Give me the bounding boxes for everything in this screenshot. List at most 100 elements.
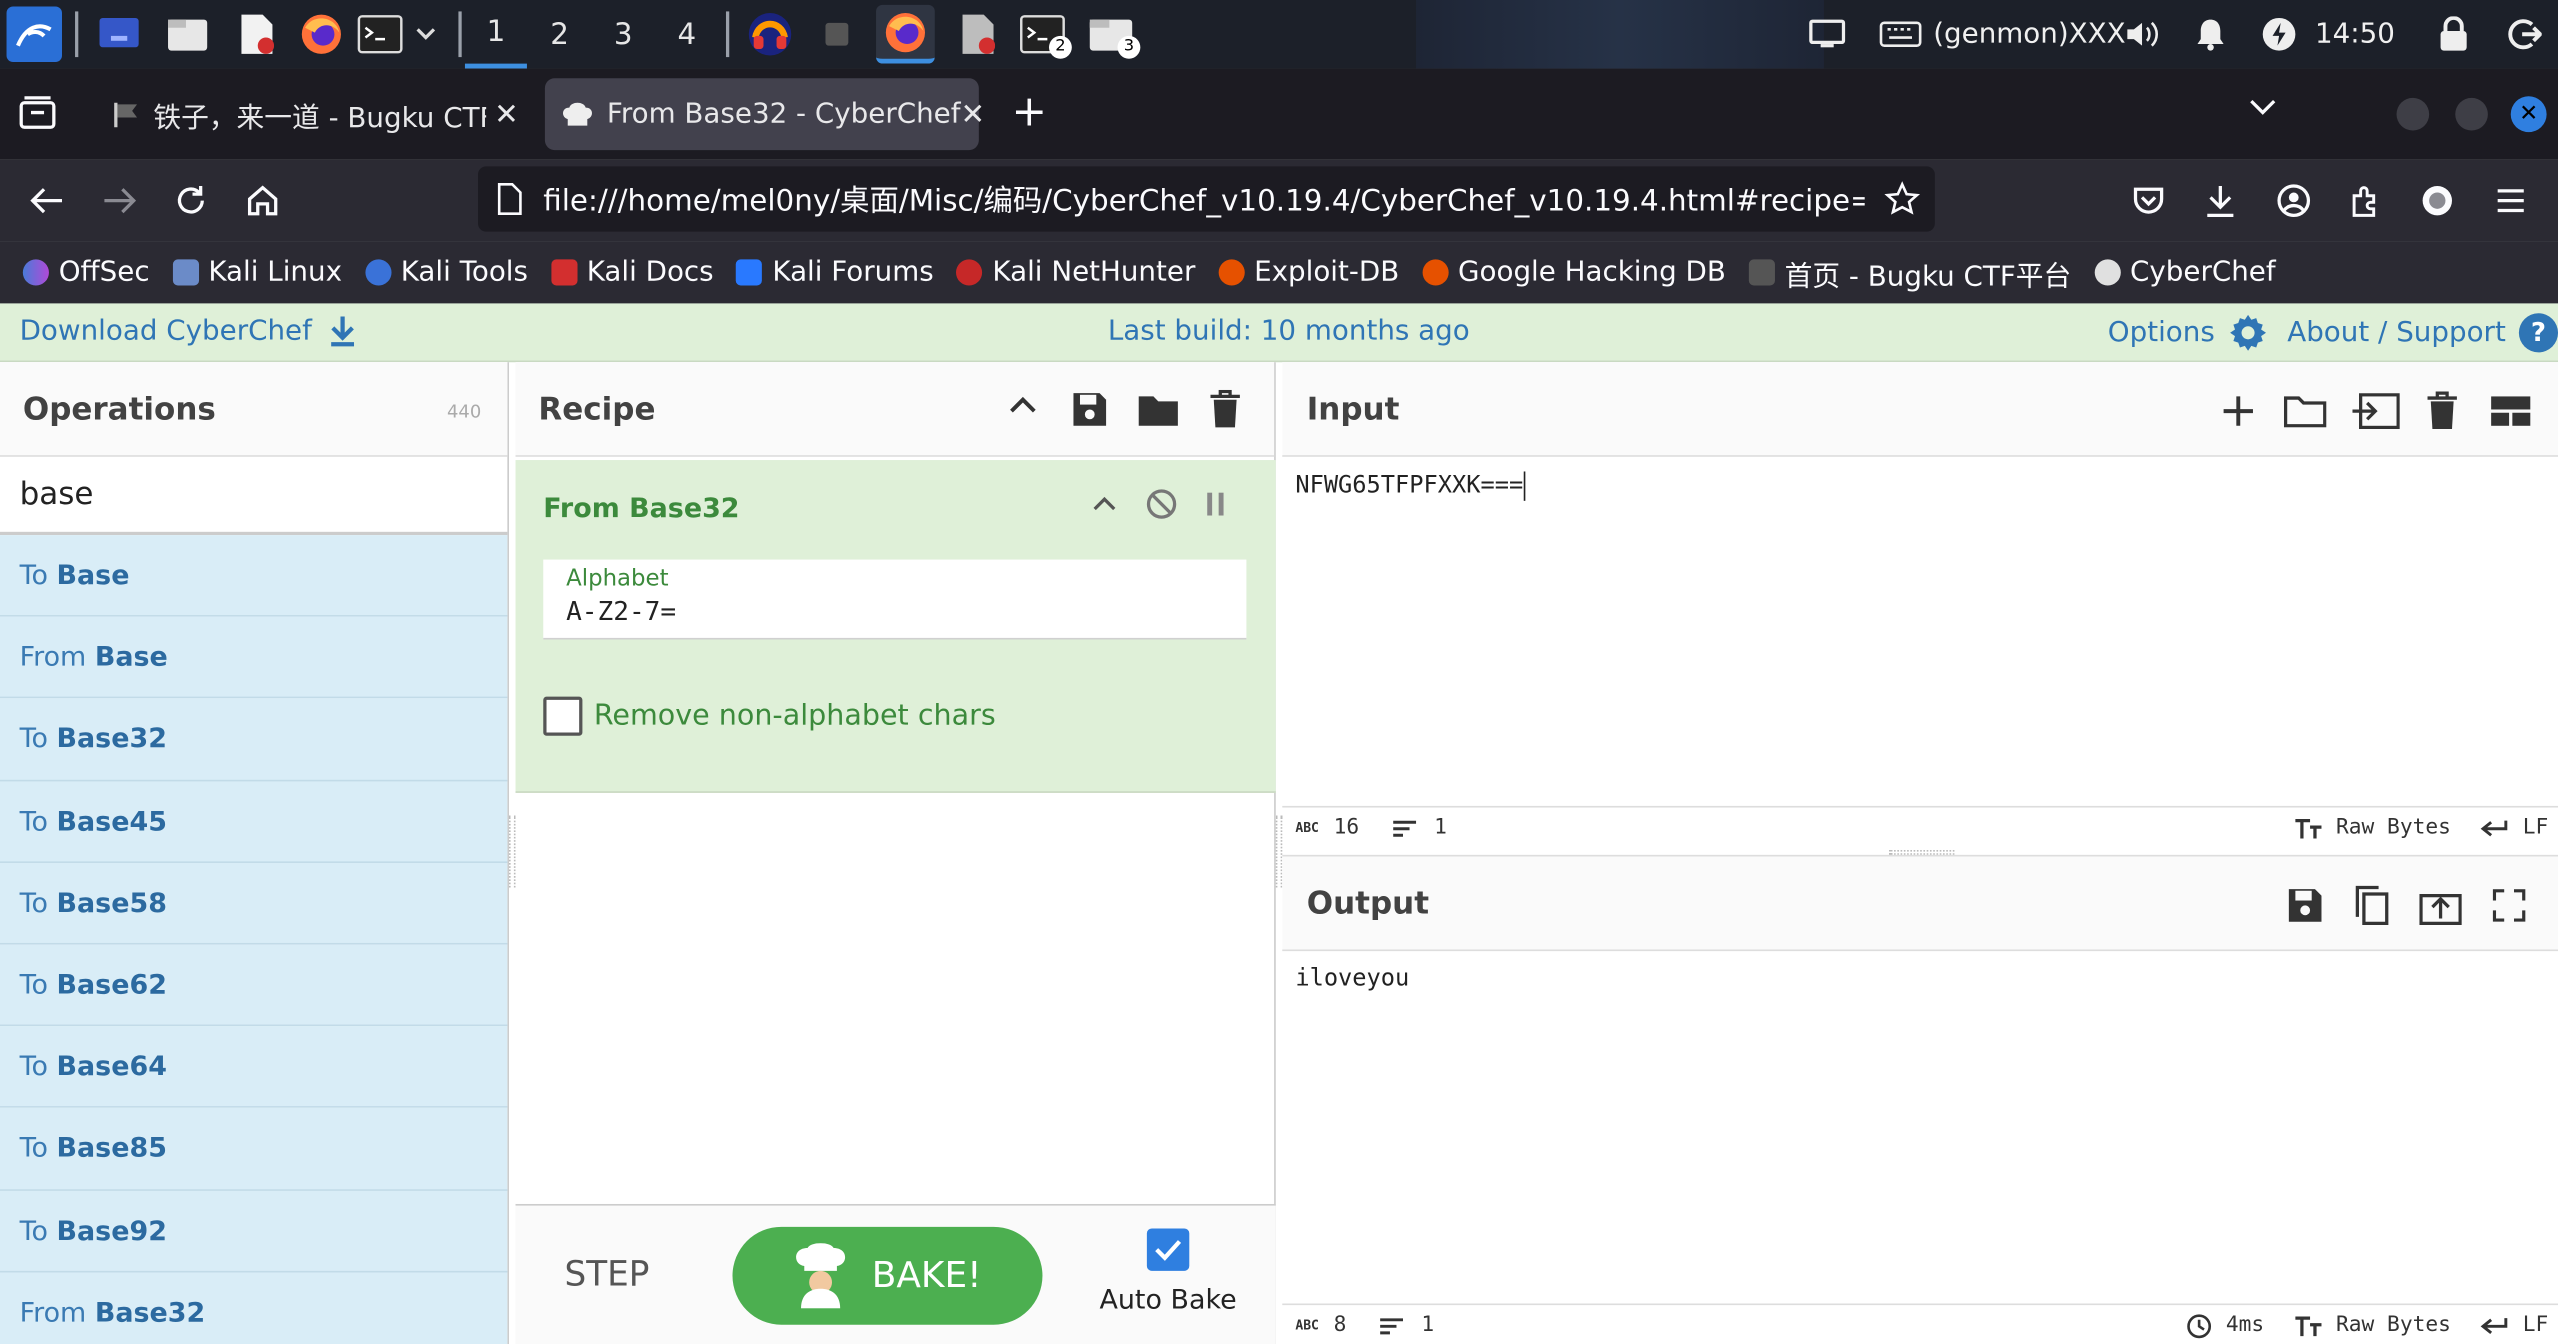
about-support-button[interactable]: About / Support ? — [2287, 313, 2558, 353]
show-desktop-icon[interactable] — [95, 10, 144, 59]
pocket-icon[interactable] — [2127, 179, 2169, 221]
workspace-2[interactable]: 2 — [529, 0, 591, 69]
notification-bell-icon[interactable] — [2194, 0, 2227, 69]
input-eol[interactable]: LF — [2523, 816, 2549, 840]
lock-icon[interactable] — [2437, 0, 2470, 69]
clear-recipe-icon[interactable] — [1209, 389, 1242, 429]
operation-item[interactable]: To Base — [0, 535, 508, 617]
clear-input-icon[interactable] — [2421, 390, 2463, 432]
bookmark-exploit-db[interactable]: Exploit-DB — [1218, 256, 1399, 289]
operation-item[interactable]: To Base 85 — [0, 1108, 508, 1191]
maximize-window-button[interactable] — [2455, 97, 2488, 131]
firefox-window-icon[interactable] — [876, 4, 935, 64]
layout-toggle-icon[interactable] — [2488, 390, 2534, 432]
collapse-all-icon[interactable] — [1008, 395, 1037, 415]
firefox-launcher-icon[interactable] — [297, 10, 346, 59]
maximise-output-icon[interactable] — [2488, 884, 2530, 926]
alphabet-field[interactable]: Alphabet A-Z2-7= — [543, 559, 1247, 640]
checkbox-unchecked[interactable] — [543, 696, 583, 736]
extension-circle-icon[interactable] — [2416, 179, 2458, 221]
extensions-icon[interactable] — [2344, 179, 2386, 221]
text-editor-icon[interactable] — [232, 10, 281, 59]
auto-bake-checkbox[interactable] — [1146, 1228, 1190, 1271]
operation-item[interactable]: To Base 32 — [0, 698, 508, 781]
minimize-window-button[interactable] — [2396, 97, 2430, 131]
operations-search-input[interactable]: base — [0, 457, 508, 536]
file-manager-icon[interactable] — [163, 10, 212, 59]
input-encoding[interactable]: Raw Bytes — [2336, 816, 2451, 840]
list-all-tabs-icon[interactable] — [2248, 98, 2277, 118]
operation-item[interactable]: To Base 92 — [0, 1190, 508, 1272]
clock[interactable]: 14:50 — [2315, 0, 2395, 69]
terminal-window-icon[interactable]: 2 — [1018, 10, 1072, 59]
app-window-icon[interactable] — [812, 10, 861, 59]
url-bar[interactable]: file:///home/mel0ny/桌面/Misc/编码/CyberChef… — [478, 166, 1935, 232]
bookmark-kali-tools[interactable]: Kali Tools — [364, 256, 528, 289]
kali-menu-icon[interactable] — [6, 6, 62, 62]
bookmark-star-icon[interactable] — [1884, 181, 1921, 217]
operation-item[interactable]: To Base 62 — [0, 944, 508, 1027]
account-icon[interactable] — [2273, 179, 2315, 221]
operation-item[interactable]: To Base 45 — [0, 780, 508, 863]
copy-output-icon[interactable] — [2351, 884, 2393, 926]
close-window-button[interactable]: ✕ — [2510, 96, 2547, 133]
disable-operation-icon[interactable] — [1145, 488, 1178, 521]
document-window-icon[interactable] — [953, 10, 1002, 59]
workspace-4[interactable]: 4 — [656, 0, 718, 69]
collapse-operation-icon[interactable] — [1093, 496, 1116, 512]
save-recipe-icon[interactable] — [1070, 390, 1109, 429]
output-encoding[interactable]: Raw Bytes — [2336, 1313, 2451, 1337]
bookmark-bugku[interactable]: 首页 - Bugku CTF平台 — [1748, 252, 2071, 293]
tab-cyberchef[interactable]: From Base32 - CyberChef ✕ — [544, 78, 985, 151]
bookmark-offsec[interactable]: OffSec — [22, 256, 150, 289]
output-textarea[interactable]: iloveyou — [1295, 966, 1409, 992]
firefox-view-icon[interactable] — [18, 95, 57, 131]
chevron-down-icon[interactable] — [408, 10, 444, 59]
forward-arrow-icon[interactable] — [98, 179, 140, 221]
load-recipe-icon[interactable] — [1137, 392, 1179, 428]
bookmark-kali-docs[interactable]: Kali Docs — [550, 256, 714, 289]
add-tab-icon[interactable] — [2217, 390, 2259, 432]
auto-bake-toggle[interactable]: Auto Bake — [1095, 1228, 1242, 1315]
bookmark-kali-nethunter[interactable]: Kali NetHunter — [956, 256, 1195, 289]
bookmark-google-hacking-db[interactable]: Google Hacking DB — [1422, 256, 1726, 289]
burp-app-icon[interactable] — [742, 10, 797, 59]
step-button[interactable]: STEP — [564, 1255, 649, 1294]
workspace-3[interactable]: 3 — [592, 0, 654, 69]
logout-icon[interactable] — [2506, 0, 2542, 69]
display-icon[interactable] — [1808, 0, 1847, 69]
pause-breakpoint-icon[interactable] — [1204, 491, 1227, 517]
bookmark-cyberchef[interactable]: CyberChef — [2094, 256, 2276, 289]
terminal-launcher-icon[interactable] — [356, 10, 405, 59]
close-tab-icon[interactable]: ✕ — [494, 97, 519, 131]
bookmark-kali-forums[interactable]: Kali Forums — [736, 256, 934, 289]
hamburger-menu-icon[interactable] — [2490, 179, 2532, 221]
power-icon[interactable] — [2261, 0, 2297, 69]
new-tab-button[interactable]: + — [1011, 91, 1047, 133]
volume-icon[interactable] — [2124, 0, 2160, 69]
home-icon[interactable] — [241, 179, 283, 221]
bookmark-kali-linux[interactable]: Kali Linux — [172, 256, 342, 289]
options-button[interactable]: Options — [2108, 313, 2267, 352]
operation-item[interactable]: To Base 64 — [0, 1026, 508, 1109]
close-tab-icon[interactable]: ✕ — [960, 97, 985, 131]
operation-item[interactable]: From Base — [0, 616, 508, 699]
workspace-1[interactable]: 1 — [464, 0, 527, 69]
downloads-icon[interactable] — [2199, 179, 2241, 221]
bake-button[interactable]: BAKE! — [732, 1226, 1043, 1325]
reload-icon[interactable] — [170, 179, 212, 221]
files-window-icon[interactable]: 3 — [1087, 10, 1141, 59]
open-file-folder-icon[interactable] — [2283, 390, 2327, 432]
replace-input-icon[interactable] — [2419, 884, 2462, 926]
genmon-widget[interactable]: (genmon)XXX — [1879, 0, 2126, 69]
output-eol[interactable]: LF — [2523, 1313, 2549, 1337]
open-folder-input-icon[interactable] — [2351, 390, 2400, 432]
download-cyberchef-link[interactable]: Download CyberChef — [20, 315, 358, 347]
back-arrow-icon[interactable] — [26, 179, 68, 221]
remove-non-alphabet-checkbox[interactable]: Remove non-alphabet chars — [543, 696, 996, 736]
operation-item[interactable]: From Base 32 — [0, 1271, 508, 1344]
operation-item[interactable]: To Base 58 — [0, 862, 508, 945]
input-textarea[interactable]: NFWG65TFPFXXK=== — [1295, 471, 1525, 501]
tab-bugku[interactable]: 铁子，来一道 - Bugku CTF ✕ — [95, 78, 535, 150]
recipe-operation-from-base32[interactable]: From Base32 Alphabet A-Z2-7= Remove non-… — [515, 460, 1276, 793]
